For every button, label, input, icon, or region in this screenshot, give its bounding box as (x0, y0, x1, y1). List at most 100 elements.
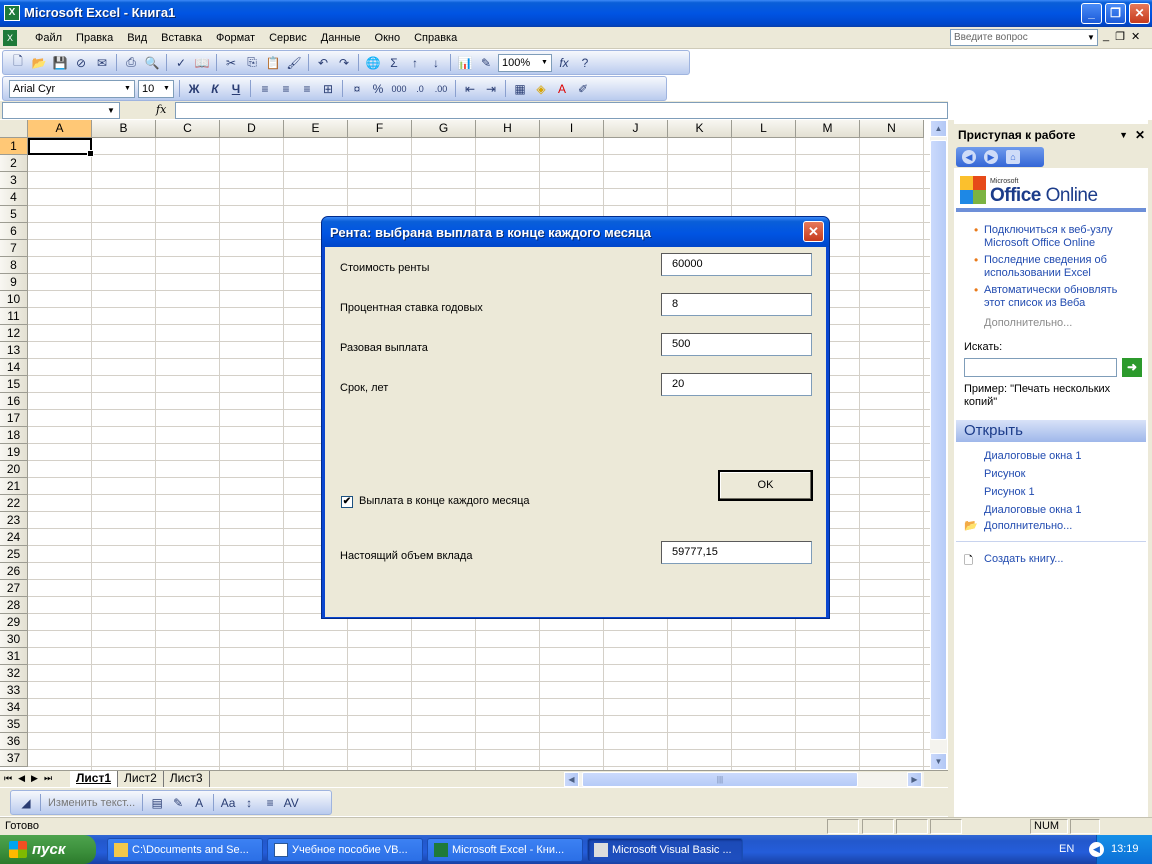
start-button[interactable]: пуск (0, 835, 96, 864)
go-arrow-icon[interactable]: ➜ (1122, 358, 1142, 377)
column-header[interactable]: K (668, 120, 732, 138)
drawing-icon[interactable]: ✎ (477, 54, 495, 72)
close-icon[interactable]: ✕ (1135, 124, 1145, 146)
end-of-month-checkbox[interactable]: ✔ (341, 496, 353, 508)
column-header[interactable]: G (412, 120, 476, 138)
back-icon[interactable]: ◀ (962, 150, 976, 164)
wordart-icon[interactable]: ◢ (17, 794, 35, 812)
dialog-close-button[interactable]: ✕ (803, 221, 824, 242)
column-header[interactable]: C (156, 120, 220, 138)
column-header[interactable]: I (540, 120, 604, 138)
menu-window[interactable]: Окно (368, 31, 408, 46)
column-header[interactable]: H (476, 120, 540, 138)
column-header[interactable]: M (796, 120, 860, 138)
insert-function-icon[interactable]: fx (555, 54, 573, 72)
edit-text-button[interactable]: Изменить текст... (46, 797, 137, 809)
vertical-text-icon[interactable]: ↕ (240, 794, 258, 812)
menu-edit[interactable]: Правка (69, 31, 120, 46)
row-header[interactable]: 6 (0, 223, 28, 240)
horizontal-scrollbar[interactable]: ◀ ||| ▶ (564, 772, 924, 787)
menu-help[interactable]: Справка (407, 31, 464, 46)
decrease-indent-icon[interactable]: ⇤ (461, 80, 479, 98)
same-letter-heights-icon[interactable]: Aa (219, 794, 237, 812)
more-link[interactable]: Дополнительно... (984, 317, 1072, 329)
print-preview-icon[interactable]: 🔍 (143, 54, 161, 72)
row-header[interactable]: 7 (0, 240, 28, 257)
increase-decimal-icon[interactable]: .0 (411, 80, 429, 98)
fill-color-icon[interactable]: ◈ (532, 80, 550, 98)
row-header[interactable]: 11 (0, 308, 28, 325)
search-input[interactable] (964, 358, 1117, 377)
payment-field[interactable]: 500 (661, 333, 812, 356)
active-cell[interactable] (28, 138, 94, 157)
align-center-icon[interactable]: ≡ (277, 80, 295, 98)
language-indicator[interactable]: EN (1059, 835, 1074, 864)
zoom-select[interactable]: 100% ▼ (498, 53, 552, 72)
row-header[interactable]: 35 (0, 716, 28, 733)
menu-format[interactable]: Формат (209, 31, 262, 46)
bold-button[interactable]: Ж (185, 80, 203, 98)
row-header[interactable]: 8 (0, 257, 28, 274)
chevron-down-icon[interactable]: ▼ (161, 82, 172, 96)
term-field[interactable]: 20 (661, 373, 812, 396)
workbook-minimize-icon[interactable]: _ (1103, 30, 1109, 43)
open-more-link[interactable]: Дополнительно... (984, 520, 1072, 532)
redo-icon[interactable]: ↷ (335, 54, 353, 72)
workbook-restore-icon[interactable]: ❐ (1115, 30, 1125, 43)
chevron-down-icon[interactable]: ▼ (539, 56, 550, 70)
email-icon[interactable]: ✉ (93, 54, 111, 72)
row-header[interactable]: 37 (0, 750, 28, 767)
row-header[interactable]: 19 (0, 444, 28, 461)
column-header[interactable]: A (28, 120, 92, 138)
column-header[interactable]: L (732, 120, 796, 138)
tab-sheet3[interactable]: Лист3 (164, 771, 210, 787)
open-icon[interactable]: 📂 (30, 54, 48, 72)
select-all-corner[interactable] (0, 120, 28, 138)
menu-view[interactable]: Вид (120, 31, 154, 46)
chevron-down-icon[interactable]: ▼ (122, 82, 133, 96)
workbook-icon[interactable]: X (3, 30, 17, 46)
row-header[interactable]: 10 (0, 291, 28, 308)
row-header[interactable]: 16 (0, 393, 28, 410)
row-header[interactable]: 21 (0, 478, 28, 495)
paste-icon[interactable]: 📋 (264, 54, 282, 72)
fx-icon[interactable]: fx (156, 103, 166, 116)
workbook-close-icon[interactable]: ✕ (1131, 30, 1140, 43)
menu-tools[interactable]: Сервис (262, 31, 314, 46)
row-header[interactable]: 27 (0, 580, 28, 597)
close-button[interactable]: ✕ (1129, 3, 1150, 24)
row-header[interactable]: 23 (0, 512, 28, 529)
ask-question-input[interactable]: Введите вопрос ▼ (950, 29, 1098, 46)
menu-file[interactable]: Файл (28, 31, 69, 46)
alignment-icon[interactable]: ≡ (261, 794, 279, 812)
sort-descending-icon[interactable]: ↓ (427, 54, 445, 72)
ok-button[interactable]: OK (718, 470, 813, 501)
undo-icon[interactable]: ↶ (314, 54, 332, 72)
decrease-decimal-icon[interactable]: .00 (432, 80, 450, 98)
name-box[interactable]: ▼ (2, 102, 120, 119)
first-sheet-icon[interactable]: ⏮ (4, 773, 12, 784)
row-header[interactable]: 15 (0, 376, 28, 393)
row-header[interactable]: 22 (0, 495, 28, 512)
cost-field[interactable]: 60000 (661, 253, 812, 276)
row-header[interactable]: 20 (0, 461, 28, 478)
scroll-thumb[interactable] (930, 140, 947, 740)
scroll-thumb[interactable]: ||| (582, 772, 858, 787)
minimize-button[interactable]: _ (1081, 3, 1102, 24)
link-office-online[interactable]: Подключиться к веб-узлу Microsoft Office… (974, 224, 1134, 250)
result-field[interactable]: 59777,15 (661, 541, 812, 564)
next-sheet-icon[interactable]: ▶ (31, 773, 38, 784)
column-header[interactable]: D (220, 120, 284, 138)
row-header[interactable]: 4 (0, 189, 28, 206)
research-icon[interactable]: 📖 (193, 54, 211, 72)
row-header[interactable]: 1 (0, 138, 28, 155)
formula-input[interactable] (175, 102, 948, 119)
task-excel[interactable]: Microsoft Excel - Кни... (427, 838, 583, 862)
chevron-left-icon[interactable]: ◀ (1089, 842, 1104, 857)
chevron-down-icon[interactable]: ▼ (1085, 30, 1097, 45)
font-color-icon[interactable]: A (553, 80, 571, 98)
menu-data[interactable]: Данные (314, 31, 368, 46)
format-painter-icon[interactable]: 🖌 (285, 54, 303, 72)
copy-icon[interactable]: ⎘ (243, 54, 261, 72)
rate-field[interactable]: 8 (661, 293, 812, 316)
